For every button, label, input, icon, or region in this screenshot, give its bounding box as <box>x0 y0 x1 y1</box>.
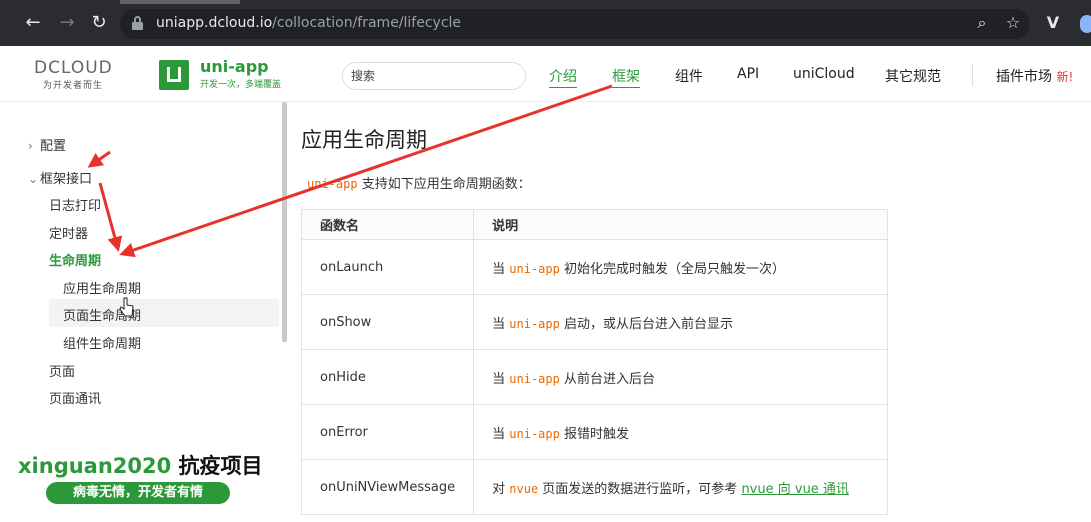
sidebar-item-timer[interactable]: 定时器 <box>49 223 88 242</box>
lifecycle-table: 函数名 说明 onLaunch 当 uni-app 初始化完成时触发（全局只触发… <box>300 209 888 515</box>
function-name-cell: onHide <box>300 349 475 405</box>
column-header-description: 说明 <box>473 209 888 240</box>
function-name-cell: onLaunch <box>300 239 475 295</box>
sidebar-scrollbar[interactable] <box>282 102 287 342</box>
column-header-function-name: 函数名 <box>300 209 475 240</box>
sidebar-item-logging[interactable]: 日志打印 <box>49 195 101 214</box>
new-badge: 新! <box>1056 70 1074 84</box>
sidebar-item-framework-api[interactable]: ⌄ 框架接口 <box>28 168 92 187</box>
reload-icon[interactable]: ↻ <box>88 12 110 34</box>
nav-framework[interactable]: 框架 <box>612 66 640 88</box>
description-cell: 当 uni-app 从前台进入后台 <box>473 349 888 405</box>
sidebar-item-app-lifecycle[interactable]: 应用生命周期 <box>63 278 141 297</box>
uni-app-subtitle: 开发一次，多端覆盖 <box>200 80 282 90</box>
table-row: onLaunch 当 uni-app 初始化完成时触发（全局只触发一次） <box>300 239 888 295</box>
sidebar-item-page-communication[interactable]: 页面通讯 <box>49 388 101 407</box>
main-content: 应用生命周期 uni-app 支持如下应用生命周期函数： 函数名 说明 onLa… <box>290 102 1091 522</box>
nav-plugin-market[interactable]: 插件市场 新! <box>996 66 1073 86</box>
table-row: onHide 当 uni-app 从前台进入后台 <box>300 349 888 405</box>
nav-divider <box>972 64 973 86</box>
chevron-down-icon: ⌄ <box>28 172 39 186</box>
dcloud-logo[interactable]: DCLOUD 为开发者而生 <box>34 58 124 92</box>
address-bar[interactable]: uniapp.dcloud.io/collocation/frame/lifec… <box>120 9 1030 39</box>
bookmark-star-icon[interactable]: ☆ <box>1003 14 1023 32</box>
back-icon[interactable]: ← <box>22 12 44 34</box>
intro-text: uni-app 支持如下应用生命周期函数： <box>307 177 531 192</box>
table-row: onError 当 uni-app 报错时触发 <box>300 404 888 460</box>
site-header: DCLOUD 为开发者而生 uni-app 开发一次，多端覆盖 介绍 框架 组件… <box>0 46 1091 102</box>
sidebar-item-page-lifecycle[interactable]: 页面生命周期 <box>49 299 279 327</box>
table-header-row: 函数名 说明 <box>300 209 888 240</box>
description-cell: 当 uni-app 启动，或从后台进入前台显示 <box>473 294 888 350</box>
lock-icon <box>132 16 143 30</box>
table-row: onShow 当 uni-app 启动，或从后台进入前台显示 <box>300 294 888 350</box>
promo-button[interactable]: 病毒无情，开发者有情 <box>46 482 230 504</box>
nav-intro[interactable]: 介绍 <box>549 66 577 88</box>
sidebar-item-component-lifecycle[interactable]: 组件生命周期 <box>63 333 141 352</box>
page-title: 应用生命周期 <box>301 128 427 152</box>
nav-api[interactable]: API <box>737 66 759 82</box>
sidebar: › 配置 ⌄ 框架接口 日志打印 定时器 生命周期 应用生命周期 页面生命周期 组件… <box>0 102 290 522</box>
zoom-icon[interactable]: ⌕ <box>972 14 992 32</box>
function-name-cell: onUniNViewMessage <box>300 459 475 515</box>
nav-components[interactable]: 组件 <box>675 66 703 86</box>
description-cell: 当 uni-app 初始化完成时触发（全局只触发一次） <box>473 239 888 295</box>
sidebar-item-page[interactable]: 页面 <box>49 361 75 380</box>
nav-other-specs[interactable]: 其它规范 <box>885 66 941 86</box>
uni-app-title[interactable]: uni-app <box>200 57 269 76</box>
active-tab-indicator <box>120 0 240 4</box>
dcloud-tagline: 为开发者而生 <box>43 81 104 91</box>
sidebar-item-config[interactable]: › 配置 <box>28 135 66 154</box>
forward-icon[interactable]: → <box>56 12 78 34</box>
nav-unicloud[interactable]: uniCloud <box>793 66 855 82</box>
url-text: uniapp.dcloud.io/collocation/frame/lifec… <box>156 15 462 31</box>
uni-app-logo-icon[interactable] <box>159 60 189 90</box>
dcloud-logo-word: DCLOUD <box>34 58 113 78</box>
promo-title[interactable]: xinguan2020 抗疫项目 <box>18 450 263 480</box>
nvue-communication-link[interactable]: nvue 向 vue 通讯 <box>741 482 849 497</box>
profile-avatar[interactable] <box>1080 15 1091 33</box>
function-name-cell: onError <box>300 404 475 460</box>
sidebar-item-lifecycle[interactable]: 生命周期 <box>49 250 101 269</box>
description-cell: 当 uni-app 报错时触发 <box>473 404 888 460</box>
table-row: onUniNViewMessage 对 nvue 页面发送的数据进行监听，可参考… <box>300 459 888 515</box>
extension-icon[interactable]: V <box>1043 14 1063 32</box>
browser-toolbar: ← → ↻ uniapp.dcloud.io/collocation/frame… <box>0 0 1091 46</box>
chevron-right-icon: › <box>28 139 33 153</box>
search-input[interactable] <box>342 62 526 90</box>
function-name-cell: onShow <box>300 294 475 350</box>
description-cell: 对 nvue 页面发送的数据进行监听，可参考 nvue 向 vue 通讯 <box>473 459 888 515</box>
